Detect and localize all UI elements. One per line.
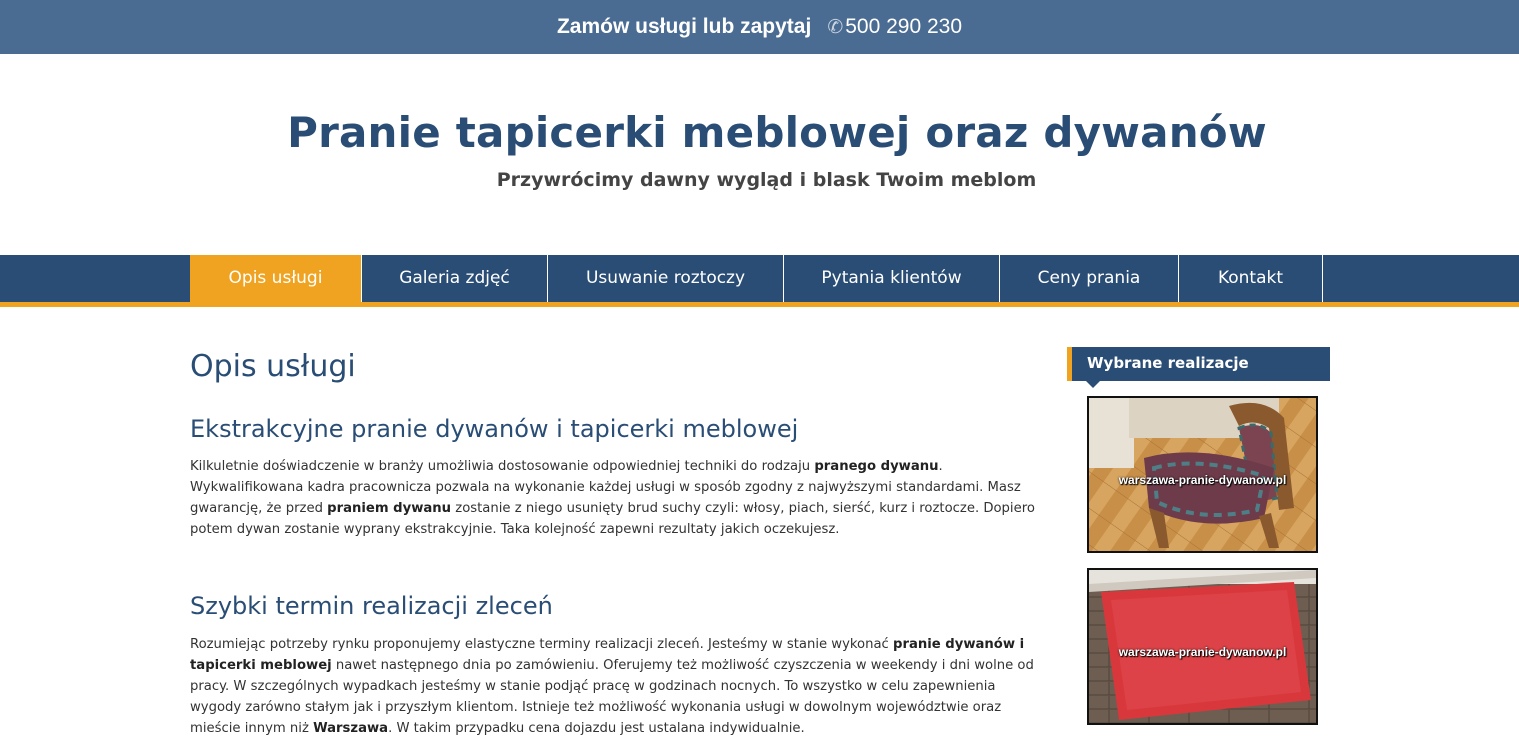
image-watermark: warszawa-pranie-dywanow.pl — [1118, 473, 1287, 487]
site-subtitle: Przywrócimy dawny wygląd i blask Twoim m… — [496, 169, 1037, 191]
realization-image-carpet[interactable]: warszawa-pranie-dywanow.pl — [1087, 568, 1318, 725]
sidebar-heading: Wybrane realizacje — [1067, 347, 1330, 388]
contact-cta-text: Zamów usługi lub zapytaj — [556, 15, 812, 38]
realization-image-chair[interactable]: warszawa-pranie-dywanow.pl — [1087, 396, 1318, 553]
section-heading-fast-turnaround: Szybki termin realizacji zleceń — [190, 592, 553, 620]
section-heading-extraction: Ekstrakcyjne pranie dywanów i tapicerki … — [190, 415, 799, 443]
sidebar-heading-label: Wybrane realizacje — [1087, 354, 1249, 372]
page-title: Opis usługi — [190, 349, 356, 384]
main-navigation: Opis usługi Galeria zdjęć Usuwanie rozto… — [0, 255, 1519, 307]
section-paragraph-fast-turnaround: Rozumiejąc potrzeby rynku proponujemy el… — [190, 637, 1034, 736]
nav-item-usuwanie-roztoczy[interactable]: Usuwanie roztoczy — [548, 255, 784, 302]
sidebar-heading-pointer — [1086, 381, 1100, 388]
nav-item-opis-uslugi[interactable]: Opis usługi — [190, 255, 362, 302]
phone-icon: ✆ — [827, 16, 844, 38]
site-title[interactable]: Pranie tapicerki meblowej oraz dywanów — [0, 108, 1519, 157]
nav-item-galeria-zdjec[interactable]: Galeria zdjęć — [362, 255, 548, 302]
image-watermark: warszawa-pranie-dywanow.pl — [1118, 645, 1287, 659]
top-contact-bar: Zamów usługi lub zapytaj ✆ 500 290 230 — [0, 0, 1519, 54]
nav-item-ceny-prania[interactable]: Ceny prania — [1000, 255, 1179, 302]
section-paragraph-extraction: Kilkuletnie doświadczenie w branży umożl… — [190, 459, 1035, 537]
nav-item-pytania-klientow[interactable]: Pytania klientów — [784, 255, 1000, 302]
nav-item-kontakt[interactable]: Kontakt — [1179, 255, 1323, 302]
phone-number-link[interactable]: 500 290 230 — [845, 15, 962, 39]
